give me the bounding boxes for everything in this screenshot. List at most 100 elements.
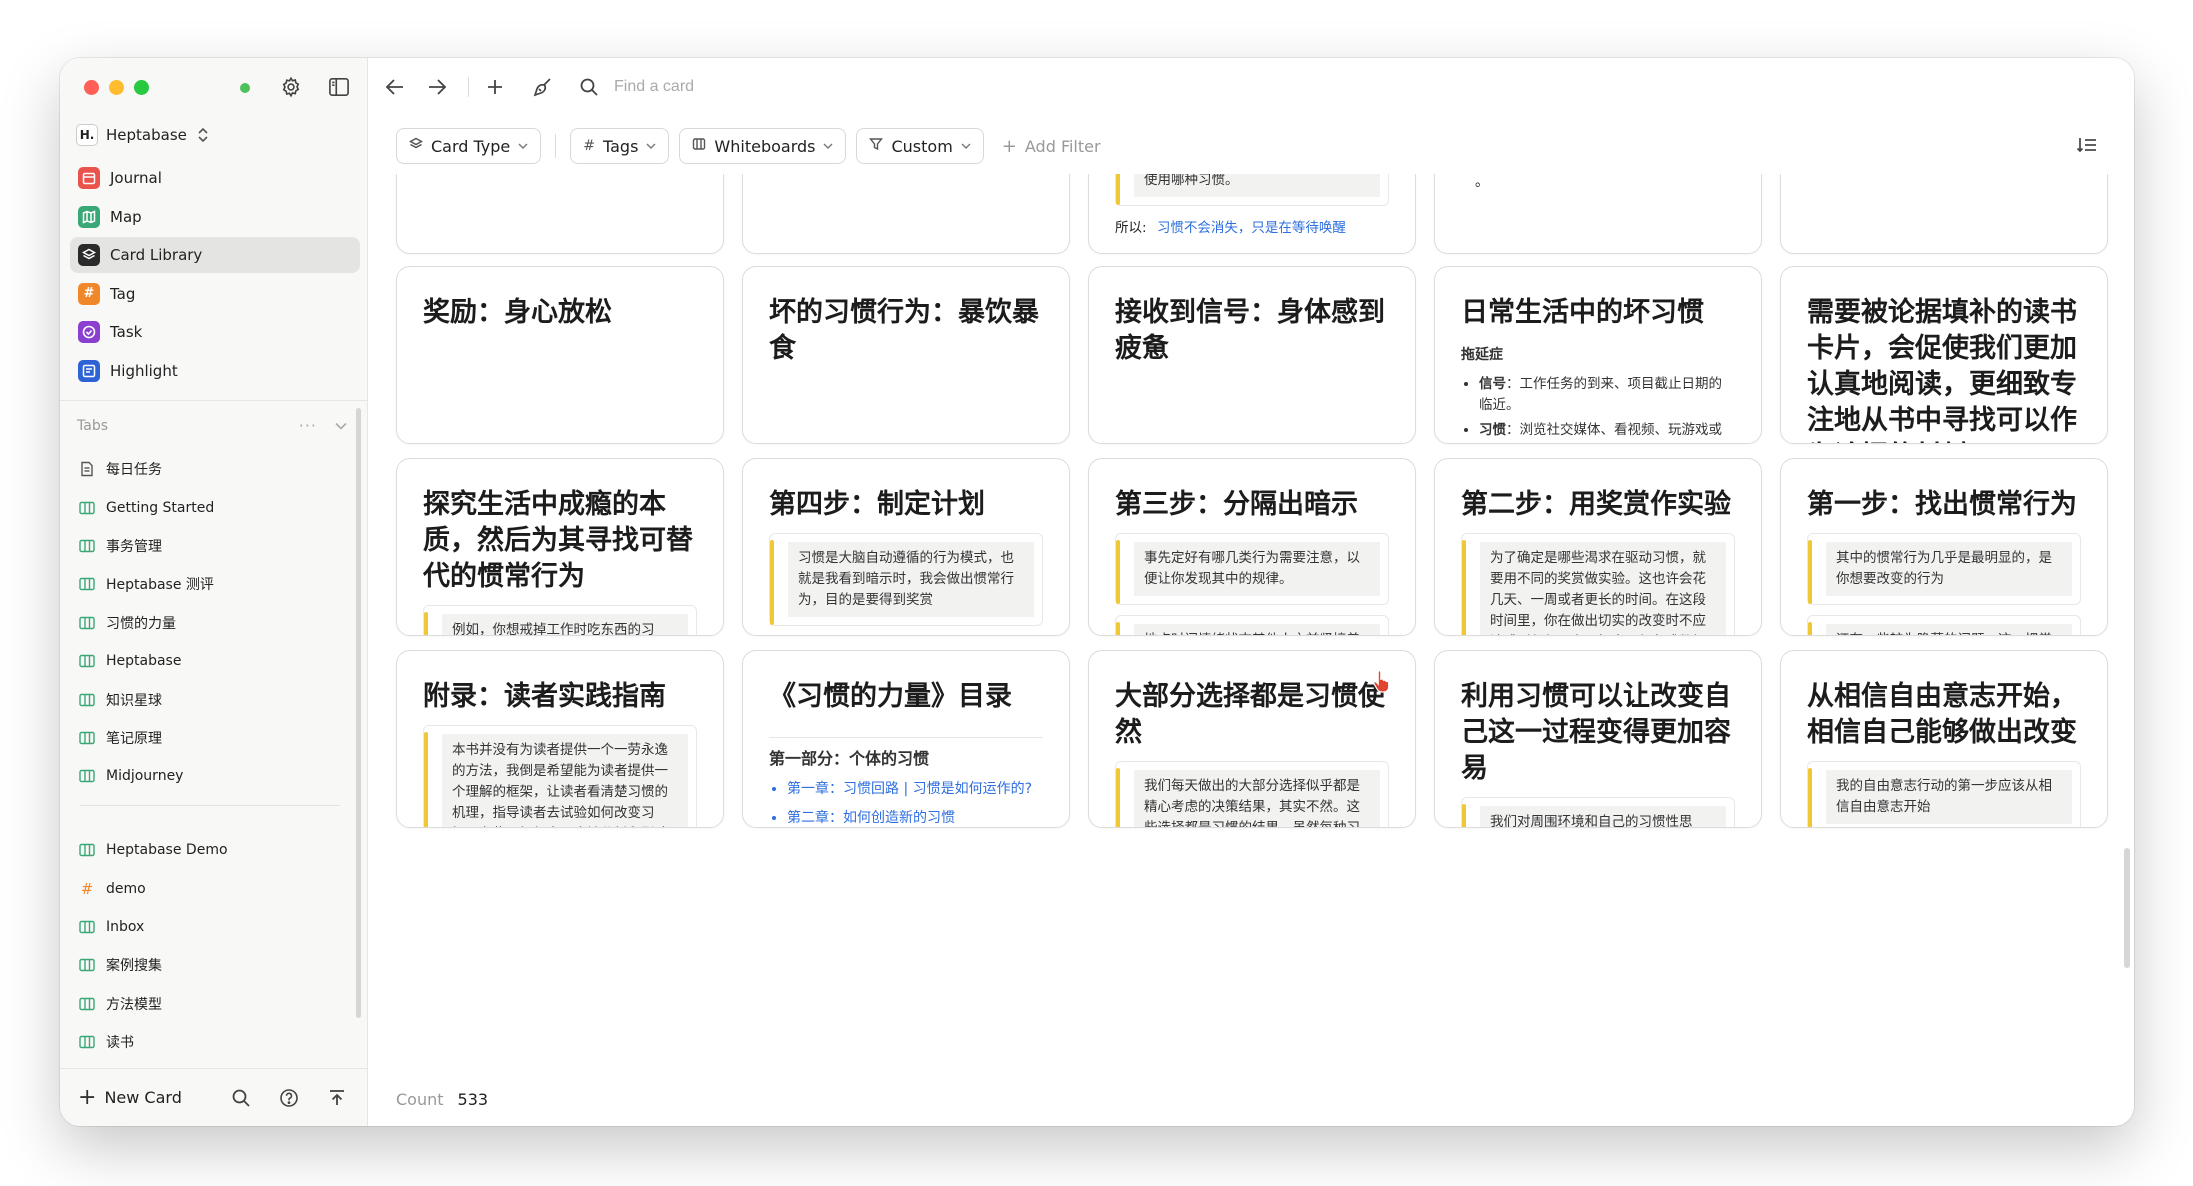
tab-label: demo [106,880,146,897]
card[interactable]: 第三步：分隔出暗示事先定好有哪几类行为需要注意，以便让你发现其中的规律。地点时间… [1088,458,1416,636]
card[interactable]: 第二步：用奖赏作实验为了确定是哪些渴求在驱动习惯，就要用不同的奖赏做实验。这也许… [1434,458,1762,636]
toc-link[interactable]: 第一章：习惯回路 | 习惯是如何运作的? [787,779,1043,800]
tab-item[interactable]: Midjourney [70,757,340,795]
tab-item[interactable]: 知识星球 [70,680,340,718]
tab-item[interactable]: 事务管理 [70,527,340,565]
more-dots-icon[interactable]: ··· [299,416,317,435]
tags-filter[interactable]: # Tags [570,128,670,164]
card-quote-text: 习惯是大脑自动遵循的行为模式，也就是我看到暗示时，我会做出惯常行为，目的是要得到… [788,542,1034,617]
card-quote: 本书并没有为读者提供一个一劳永逸的方法，我倒是希望能为读者提供一个理解的框架，让… [423,725,697,827]
card-type-filter[interactable]: Card Type [396,128,542,164]
sidebar-scrollbar[interactable] [356,408,361,1018]
broom-icon[interactable] [530,74,556,100]
nav-item-label: Card Library [110,246,203,264]
tab-item[interactable]: Heptabase [70,642,340,680]
nav-item-tag[interactable]: # Tag [70,276,360,312]
find-card-input[interactable] [614,72,974,102]
custom-filter[interactable]: Custom [856,128,984,164]
whiteboard-icon [78,843,96,857]
count-label: Count [396,1089,444,1109]
nav-item-highlight[interactable]: Highlight [70,353,360,389]
card-title: 《习惯的力量》目录 [769,681,1012,712]
sort-list-icon[interactable] [2076,136,2100,156]
whiteboards-label: Whiteboards [714,136,816,156]
tab-item[interactable]: 笔记原理 [70,719,340,757]
tab-item[interactable]: # demo [70,869,340,907]
card[interactable]: 第一步：找出惯常行为其中的惯常行为几乎是最明显的，是你想要改变的行为还有一些较为… [1780,458,2108,636]
check-icon [78,321,100,343]
card-quote: 习惯是大脑自动遵循的行为模式，也就是我看到暗示时，我会做出惯常行为，目的是要得到… [769,533,1043,626]
whiteboard-icon [78,769,96,783]
add-card-icon[interactable] [482,74,508,100]
card-body: 第一部分：个体的习惯第一章：习惯回路 | 习惯是如何运作的? 第二章：如何创造新的… [743,715,1069,827]
stack-icon [78,244,100,266]
toc-link[interactable]: 第二章：如何创造新的习惯 [787,808,1043,827]
tab-item[interactable]: Heptabase 测评 [70,565,340,603]
upload-icon[interactable] [324,1085,350,1111]
back-arrow-icon[interactable] [382,74,408,100]
whiteboard-icon [78,501,96,515]
card-title: 需要被论据填补的读书卡片，会促使我们更加认真地阅读，更细致专注地从书中寻找可以作… [1807,297,2077,443]
chevron-down-icon[interactable] [335,418,347,434]
card-quote-text: 还有一些较为隐蔽的问题：这一惯常行为的暗示是什么？是饥饿吗？是无聊吗？是因为低血 [1826,624,2072,635]
tab-item[interactable]: 案例搜集 [70,946,340,984]
card-quote-text: 事先定好有哪几类行为需要注意，以便让你发现其中的规律。 [1134,542,1380,596]
card[interactable]: 奖励：身心放松 [396,266,724,444]
zoom-window-button[interactable] [134,80,149,95]
tab-label: 知识星球 [106,692,162,709]
card[interactable]: 大部分选择都是习惯使然 我们每天做出的大部分选择似乎都是精心考虑的决策结果，其实不… [1088,650,1416,828]
card[interactable]: 第四步：制定计划 习惯是大脑自动遵循的行为模式，也就是我看到暗示时，我会做出惯常行… [742,458,1070,636]
whiteboards-filter[interactable]: Whiteboards [679,128,847,164]
main-scrollbar[interactable] [2124,848,2130,968]
tab-item[interactable]: 方法模型 [70,985,340,1023]
card[interactable]: 使用哪种习惯。 所以: 习惯不会消失，只是在等待唤醒 [1088,174,1416,254]
search-icon[interactable] [228,1085,254,1111]
card[interactable]: 日常生活中的坏习惯拖延症信号：工作任务的到来、项目截止日期的临近。习惯：浏览社交… [1434,266,1762,444]
nav-item-map[interactable]: Map [70,199,360,235]
search-icon[interactable] [576,74,602,100]
card-quote: 我们对周围环境和自己的习惯性思维，创造了自己周围的世界 [1461,797,1735,827]
card[interactable] [396,174,724,254]
add-filter-button[interactable]: + Add Filter [1002,136,1101,157]
card-title: 第二步：用奖赏作实验 [1461,489,1731,520]
sidebar-toggle-icon[interactable] [326,74,352,100]
custom-label: Custom [891,136,953,156]
tab-item[interactable]: 习惯的力量 [70,604,340,642]
highlight-icon [78,359,100,382]
close-window-button[interactable] [84,80,99,95]
minimize-window-button[interactable] [109,80,124,95]
toc-heading: 第一部分：个体的习惯 [769,749,930,768]
card[interactable]: 接收到信号：身体感到疲惫 [1088,266,1416,444]
tab-item[interactable]: Getting Started [70,488,340,526]
card-link[interactable]: 习惯不会消失，只是在等待唤醒 [1157,220,1346,236]
tab-item[interactable]: 每日任务 [70,450,340,488]
card[interactable]: 《习惯的力量》目录第一部分：个体的习惯第一章：习惯回路 | 习惯是如何运作的?第… [742,650,1070,828]
card[interactable] [1780,174,2108,254]
card[interactable]: 探究生活中成瘾的本质，然后为其寻找可替代的惯常行为 例如，你想戒掉工作时吃东西的习… [396,458,724,636]
nav-item-task[interactable]: Task [70,314,360,350]
card[interactable]: 利用习惯可以让改变自己这一过程变得更加容易我们对周围环境和自己的习惯性思维，创造… [1434,650,1762,828]
settings-gear-icon[interactable] [278,74,304,100]
card[interactable]: 附录：读者实践指南 本书并没有为读者提供一个一劳永逸的方法，我倒是希望能为读者提供… [396,650,724,828]
card[interactable]: 从相信自由意志开始，相信自己能够做出改变 我的自由意志行动的第一步应该从相信自由意… [1780,650,2108,828]
card-quote-text: 例如，你想戒掉工作时吃东西的习惯，那你就要想想，奖赏是消除饥饿感，还是让自己不再… [442,614,688,635]
help-icon[interactable] [276,1085,302,1111]
workspace-switcher[interactable]: H. Heptabase [76,120,209,150]
card[interactable]: 。 [1434,174,1762,254]
card-body [743,367,1069,377]
nav-item-journal[interactable]: Journal [70,160,360,196]
tab-item[interactable]: 读书 [70,1023,340,1061]
card[interactable] [742,174,1070,254]
nav-item-card-library[interactable]: Card Library [70,237,360,273]
card[interactable]: 坏的习惯行为：暴饮暴食 [742,266,1070,444]
forward-arrow-icon[interactable] [424,74,450,100]
tab-item[interactable]: Heptabase Demo [70,831,340,869]
new-card-button[interactable]: + New Card [78,1086,182,1108]
card-quote: 为了确定是哪些渴求在驱动习惯，就要用不同的奖赏做实验。这也许会花几天、一周或者更… [1461,533,1735,635]
card[interactable]: 需要被论据填补的读书卡片，会促使我们更加认真地阅读，更细致专注地从书中寻找可以作… [1780,266,2108,444]
card-body: 我的自由意志行动的第一步应该从相信自由意志开始要相信自己可以改变，相信的意志 [1781,751,2107,827]
card-body [1089,367,1415,377]
card-quote: 我们每天做出的大部分选择似乎都是精心考虑的决策结果，其实不然。这些选择都是习惯的… [1115,761,1389,827]
card-quote: 其中的惯常行为几乎是最明显的，是你想要改变的行为 [1807,533,2081,605]
tab-item[interactable]: Inbox [70,908,340,946]
